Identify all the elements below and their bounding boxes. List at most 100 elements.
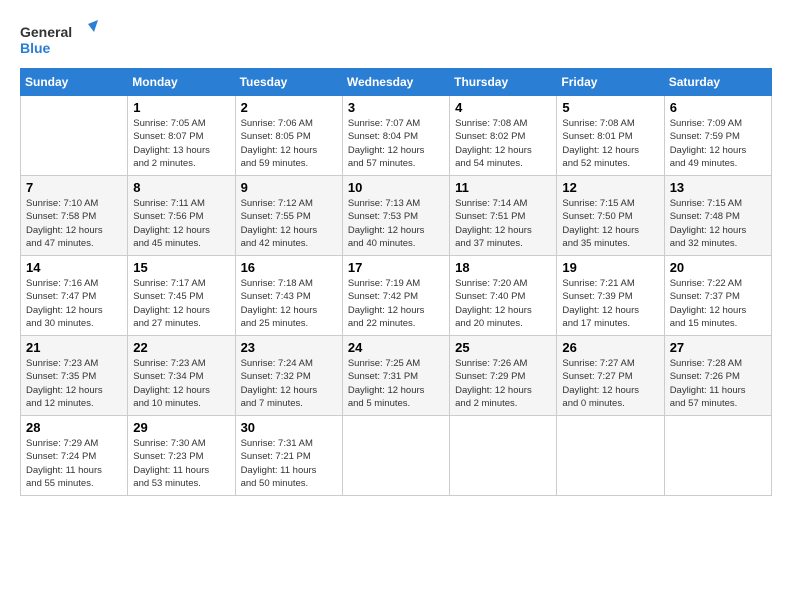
column-header-tuesday: Tuesday (235, 69, 342, 96)
calendar-cell (21, 96, 128, 176)
day-number: 24 (348, 340, 444, 355)
day-info: Sunrise: 7:21 AM Sunset: 7:39 PM Dayligh… (562, 277, 658, 330)
day-number: 2 (241, 100, 337, 115)
calendar-cell: 16 Sunrise: 7:18 AM Sunset: 7:43 PM Dayli… (235, 256, 342, 336)
day-number: 13 (670, 180, 766, 195)
calendar-cell: 13 Sunrise: 7:15 AM Sunset: 7:48 PM Dayli… (664, 176, 771, 256)
calendar-week-2: 7 Sunrise: 7:10 AM Sunset: 7:58 PM Daylig… (21, 176, 772, 256)
day-number: 19 (562, 260, 658, 275)
calendar-cell: 27 Sunrise: 7:28 AM Sunset: 7:26 PM Dayli… (664, 336, 771, 416)
day-number: 15 (133, 260, 229, 275)
day-number: 11 (455, 180, 551, 195)
day-number: 27 (670, 340, 766, 355)
day-info: Sunrise: 7:05 AM Sunset: 8:07 PM Dayligh… (133, 117, 229, 170)
calendar-week-5: 28 Sunrise: 7:29 AM Sunset: 7:24 PM Dayli… (21, 416, 772, 496)
calendar-cell: 2 Sunrise: 7:06 AM Sunset: 8:05 PM Daylig… (235, 96, 342, 176)
calendar-cell: 18 Sunrise: 7:20 AM Sunset: 7:40 PM Dayli… (450, 256, 557, 336)
calendar-cell: 26Sunrise: 7:27 AM Sunset: 7:27 PM Dayli… (557, 336, 664, 416)
day-number: 10 (348, 180, 444, 195)
calendar-cell: 19 Sunrise: 7:21 AM Sunset: 7:39 PM Dayli… (557, 256, 664, 336)
day-number: 20 (670, 260, 766, 275)
column-header-sunday: Sunday (21, 69, 128, 96)
calendar-cell (450, 416, 557, 496)
column-header-friday: Friday (557, 69, 664, 96)
calendar-cell: 14 Sunrise: 7:16 AM Sunset: 7:47 PM Dayli… (21, 256, 128, 336)
day-info: Sunrise: 7:08 AM Sunset: 8:02 PM Dayligh… (455, 117, 551, 170)
day-number: 18 (455, 260, 551, 275)
day-info: Sunrise: 7:06 AM Sunset: 8:05 PM Dayligh… (241, 117, 337, 170)
day-number: 30 (241, 420, 337, 435)
day-number: 7 (26, 180, 122, 195)
day-number: 9 (241, 180, 337, 195)
day-info: Sunrise: 7:22 AM Sunset: 7:37 PM Dayligh… (670, 277, 766, 330)
logo: General Blue (20, 20, 100, 58)
calendar-cell: 3Sunrise: 7:07 AM Sunset: 8:04 PM Daylig… (342, 96, 449, 176)
day-number: 25 (455, 340, 551, 355)
calendar-cell: 15 Sunrise: 7:17 AM Sunset: 7:45 PM Dayli… (128, 256, 235, 336)
day-number: 28 (26, 420, 122, 435)
day-number: 8 (133, 180, 229, 195)
day-info: Sunrise: 7:19 AM Sunset: 7:42 PM Dayligh… (348, 277, 444, 330)
day-info: Sunrise: 7:10 AM Sunset: 7:58 PM Dayligh… (26, 197, 122, 250)
calendar-cell: 4 Sunrise: 7:08 AM Sunset: 8:02 PM Daylig… (450, 96, 557, 176)
day-number: 29 (133, 420, 229, 435)
day-info: Sunrise: 7:09 AM Sunset: 7:59 PM Dayligh… (670, 117, 766, 170)
day-info: Sunrise: 7:16 AM Sunset: 7:47 PM Dayligh… (26, 277, 122, 330)
day-info: Sunrise: 7:23 AM Sunset: 7:35 PM Dayligh… (26, 357, 122, 410)
day-info: Sunrise: 7:15 AM Sunset: 7:48 PM Dayligh… (670, 197, 766, 250)
day-info: Sunrise: 7:26 AM Sunset: 7:29 PM Dayligh… (455, 357, 551, 410)
column-header-saturday: Saturday (664, 69, 771, 96)
calendar-cell: 7 Sunrise: 7:10 AM Sunset: 7:58 PM Daylig… (21, 176, 128, 256)
calendar-cell: 25 Sunrise: 7:26 AM Sunset: 7:29 PM Dayli… (450, 336, 557, 416)
calendar-cell: 22Sunrise: 7:23 AM Sunset: 7:34 PM Dayli… (128, 336, 235, 416)
day-number: 23 (241, 340, 337, 355)
day-number: 21 (26, 340, 122, 355)
calendar-cell (664, 416, 771, 496)
day-number: 17 (348, 260, 444, 275)
calendar-cell: 6 Sunrise: 7:09 AM Sunset: 7:59 PM Daylig… (664, 96, 771, 176)
day-info: Sunrise: 7:20 AM Sunset: 7:40 PM Dayligh… (455, 277, 551, 330)
calendar-cell: 21 Sunrise: 7:23 AM Sunset: 7:35 PM Dayli… (21, 336, 128, 416)
calendar-week-1: 1Sunrise: 7:05 AM Sunset: 8:07 PM Daylig… (21, 96, 772, 176)
calendar-cell: 10 Sunrise: 7:13 AM Sunset: 7:53 PM Dayli… (342, 176, 449, 256)
calendar-cell: 20 Sunrise: 7:22 AM Sunset: 7:37 PM Dayli… (664, 256, 771, 336)
day-info: Sunrise: 7:31 AM Sunset: 7:21 PM Dayligh… (241, 437, 337, 490)
calendar-cell: 5Sunrise: 7:08 AM Sunset: 8:01 PM Daylig… (557, 96, 664, 176)
day-info: Sunrise: 7:25 AM Sunset: 7:31 PM Dayligh… (348, 357, 444, 410)
day-info: Sunrise: 7:29 AM Sunset: 7:24 PM Dayligh… (26, 437, 122, 490)
calendar-cell: 12Sunrise: 7:15 AM Sunset: 7:50 PM Dayli… (557, 176, 664, 256)
calendar-cell: 30 Sunrise: 7:31 AM Sunset: 7:21 PM Dayli… (235, 416, 342, 496)
calendar-cell: 29 Sunrise: 7:30 AM Sunset: 7:23 PM Dayli… (128, 416, 235, 496)
calendar-week-4: 21 Sunrise: 7:23 AM Sunset: 7:35 PM Dayli… (21, 336, 772, 416)
day-number: 3 (348, 100, 444, 115)
calendar-cell: 24 Sunrise: 7:25 AM Sunset: 7:31 PM Dayli… (342, 336, 449, 416)
day-info: Sunrise: 7:30 AM Sunset: 7:23 PM Dayligh… (133, 437, 229, 490)
day-number: 16 (241, 260, 337, 275)
column-header-monday: Monday (128, 69, 235, 96)
day-info: Sunrise: 7:08 AM Sunset: 8:01 PM Dayligh… (562, 117, 658, 170)
day-info: Sunrise: 7:17 AM Sunset: 7:45 PM Dayligh… (133, 277, 229, 330)
column-header-thursday: Thursday (450, 69, 557, 96)
calendar-cell: 9 Sunrise: 7:12 AM Sunset: 7:55 PM Daylig… (235, 176, 342, 256)
day-info: Sunrise: 7:13 AM Sunset: 7:53 PM Dayligh… (348, 197, 444, 250)
calendar-cell (557, 416, 664, 496)
day-number: 14 (26, 260, 122, 275)
day-info: Sunrise: 7:18 AM Sunset: 7:43 PM Dayligh… (241, 277, 337, 330)
day-number: 12 (562, 180, 658, 195)
calendar-cell: 28 Sunrise: 7:29 AM Sunset: 7:24 PM Dayli… (21, 416, 128, 496)
day-info: Sunrise: 7:27 AM Sunset: 7:27 PM Dayligh… (562, 357, 658, 410)
logo-svg: General Blue (20, 20, 100, 58)
calendar-cell: 17 Sunrise: 7:19 AM Sunset: 7:42 PM Dayli… (342, 256, 449, 336)
day-info: Sunrise: 7:24 AM Sunset: 7:32 PM Dayligh… (241, 357, 337, 410)
calendar-cell: 8Sunrise: 7:11 AM Sunset: 7:56 PM Daylig… (128, 176, 235, 256)
day-number: 4 (455, 100, 551, 115)
day-number: 6 (670, 100, 766, 115)
day-info: Sunrise: 7:12 AM Sunset: 7:55 PM Dayligh… (241, 197, 337, 250)
calendar-week-3: 14 Sunrise: 7:16 AM Sunset: 7:47 PM Dayli… (21, 256, 772, 336)
calendar-cell (342, 416, 449, 496)
day-info: Sunrise: 7:14 AM Sunset: 7:51 PM Dayligh… (455, 197, 551, 250)
day-info: Sunrise: 7:28 AM Sunset: 7:26 PM Dayligh… (670, 357, 766, 410)
column-header-wednesday: Wednesday (342, 69, 449, 96)
calendar-cell: 23 Sunrise: 7:24 AM Sunset: 7:32 PM Dayli… (235, 336, 342, 416)
calendar-table: SundayMondayTuesdayWednesdayThursdayFrid… (20, 68, 772, 496)
